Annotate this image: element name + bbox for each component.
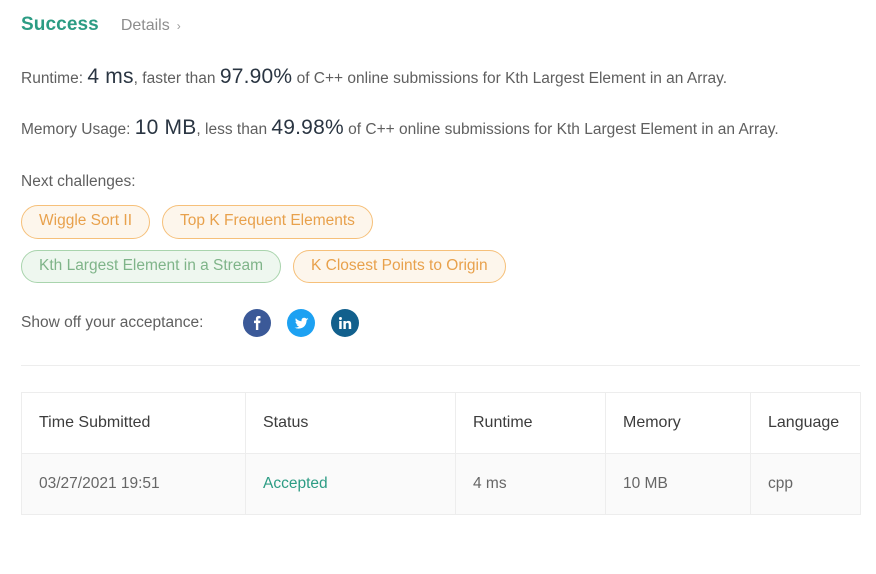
details-link-label: Details <box>120 17 170 34</box>
runtime-prefix: Runtime: <box>21 70 84 87</box>
twitter-icon <box>293 315 310 332</box>
next-challenges-label: Next challenges: <box>21 172 136 190</box>
challenge-tag[interactable]: K Closest Points to Origin <box>293 249 506 284</box>
memory-stat-line: Memory Usage: 10 MB, less than 49.98% of… <box>21 114 831 143</box>
memory-value: 10 MB <box>134 115 197 139</box>
runtime-stat-line: Runtime: 4 ms, faster than 97.90% of C++… <box>21 63 855 92</box>
challenge-tag[interactable]: Kth Largest Element in a Stream <box>21 249 282 284</box>
cell-status: Accepted <box>245 453 456 516</box>
share-row: Show off your acceptance: <box>21 309 855 338</box>
section-divider <box>21 365 860 367</box>
column-header-time-submitted: Time Submitted <box>21 392 246 455</box>
memory-percentile: 49.98% <box>271 115 344 139</box>
column-header-runtime: Runtime <box>455 392 606 455</box>
chevron-right-icon: › <box>176 19 181 33</box>
cell-memory: 10 MB <box>605 453 751 516</box>
linkedin-icon <box>337 315 353 331</box>
status-badge[interactable]: Accepted <box>263 475 328 492</box>
column-header-memory: Memory <box>605 392 751 455</box>
challenge-tag[interactable]: Wiggle Sort II <box>21 204 151 239</box>
challenge-tag[interactable]: Top K Frequent Elements <box>162 204 373 239</box>
runtime-mid: , faster than <box>133 70 216 87</box>
memory-mid: , less than <box>196 120 268 138</box>
table-row: 03/27/2021 19:51 Accepted 4 ms 10 MB cpp <box>21 453 861 516</box>
memory-suffix: of C++ online submissions for Kth Larges… <box>348 120 779 138</box>
submissions-table: Time Submitted Status Runtime Memory Lan… <box>21 392 861 516</box>
runtime-value: 4 ms <box>87 65 134 88</box>
submission-result-panel: Success Details › Runtime: 4 ms, faster … <box>0 0 876 574</box>
next-challenges-tag-list: Wiggle Sort II Top K Frequent Elements K… <box>21 204 581 284</box>
memory-prefix: Memory Usage: <box>21 120 131 138</box>
cell-language: cpp <box>750 453 861 516</box>
runtime-suffix: of C++ online submissions for Kth Larges… <box>296 70 728 87</box>
details-link[interactable]: Details › <box>121 17 181 35</box>
page-title: Success <box>21 14 99 35</box>
cell-runtime: 4 ms <box>455 453 606 516</box>
linkedin-share-button[interactable] <box>331 309 360 338</box>
facebook-icon <box>249 315 265 331</box>
runtime-percentile: 97.90% <box>219 65 293 88</box>
table-header-row: Time Submitted Status Runtime Memory Lan… <box>21 392 861 455</box>
facebook-share-button[interactable] <box>243 309 272 338</box>
result-header: Success Details › <box>21 0 855 36</box>
cell-time-submitted: 03/27/2021 19:51 <box>21 453 246 516</box>
column-header-status: Status <box>245 392 456 455</box>
twitter-share-button[interactable] <box>287 309 316 338</box>
share-label: Show off your acceptance: <box>21 314 204 332</box>
column-header-language: Language <box>750 392 861 455</box>
